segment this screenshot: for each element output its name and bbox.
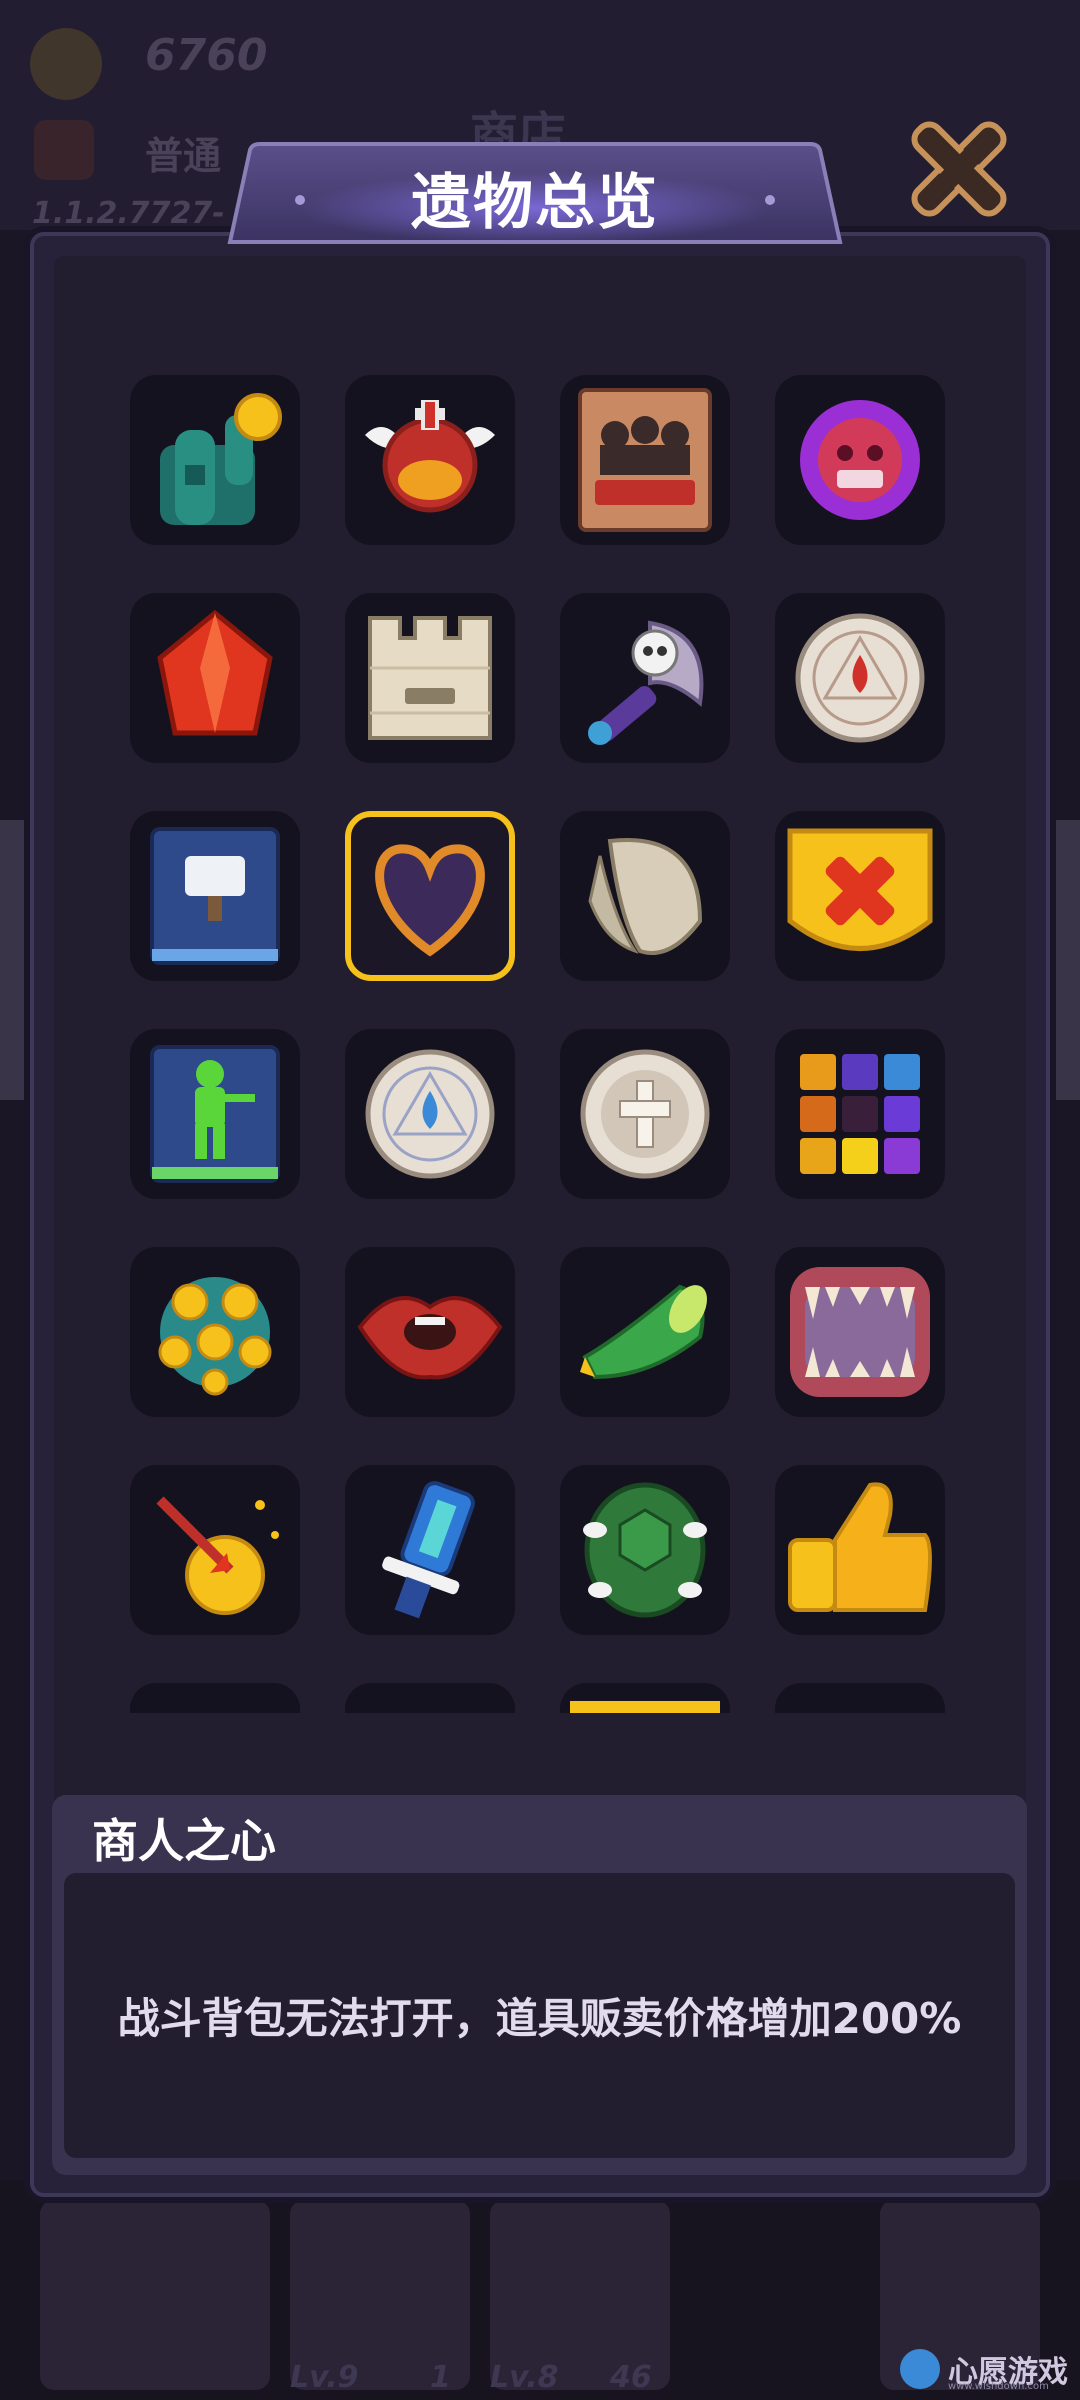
relic-tile[interactable] xyxy=(560,593,730,763)
water-rune-disc-icon xyxy=(365,1049,495,1179)
relic-tile[interactable] xyxy=(130,811,300,981)
relic-tile[interactable] xyxy=(345,375,515,545)
red-lips-icon xyxy=(357,1296,503,1380)
relic-tile-partial[interactable] xyxy=(345,1683,515,1713)
turtle-shell-icon xyxy=(583,1482,707,1618)
color-blocks-icon xyxy=(800,1054,920,1174)
relic-tile[interactable] xyxy=(560,1247,730,1417)
relic-tile-partial[interactable] xyxy=(560,1683,730,1713)
relic-tile[interactable] xyxy=(775,1247,945,1417)
dialog-title: 遗物总览 xyxy=(411,167,659,238)
watermark-logo-icon xyxy=(900,2349,940,2389)
relic-tile[interactable] xyxy=(560,1029,730,1199)
close-x-icon xyxy=(911,121,1007,217)
relic-tile[interactable] xyxy=(775,1465,945,1635)
hammer-book-icon xyxy=(150,827,280,965)
relic-tile[interactable] xyxy=(130,1465,300,1635)
relic-tile[interactable] xyxy=(345,1029,515,1199)
fang-mouth-icon xyxy=(790,1267,930,1397)
relic-name: 商人之心 xyxy=(92,1814,276,1868)
stone-tower-icon xyxy=(368,616,492,740)
rank-icon xyxy=(34,120,94,180)
angel-wing-icon xyxy=(588,838,703,955)
relic-tile[interactable] xyxy=(130,593,300,763)
relic-tile[interactable] xyxy=(560,811,730,981)
relic-tile-partial[interactable] xyxy=(775,1683,945,1713)
relic-description-box: 战斗背包无法打开，道具贩卖价格增加200% xyxy=(64,1873,1015,2158)
coin-count: 6760 xyxy=(145,30,268,81)
level-count-1: 1 xyxy=(430,2360,451,2395)
blood-rune-disc-icon xyxy=(795,613,925,743)
title-plate: 遗物总览 xyxy=(210,142,860,252)
cross-rune-disc-icon xyxy=(580,1049,710,1179)
close-button[interactable] xyxy=(900,110,1018,228)
merchant-heart-icon xyxy=(375,844,485,957)
character-card-1 xyxy=(40,2200,270,2390)
relic-tile[interactable] xyxy=(345,1465,515,1635)
coin-icon xyxy=(30,28,102,100)
yellow-spore-ball-icon xyxy=(158,1277,272,1396)
green-horn-icon xyxy=(580,1284,707,1380)
relic-tile[interactable] xyxy=(560,1465,730,1635)
skull-axe-icon xyxy=(588,620,704,745)
level-label-2: Lv.8 xyxy=(490,2360,559,2395)
purple-skull-icon xyxy=(800,400,920,520)
relic-tile[interactable] xyxy=(345,1247,515,1417)
blue-crystal-sword-icon xyxy=(382,1481,475,1619)
watermark: 心愿游戏 www.wishdown.com xyxy=(900,2345,1070,2395)
cactus-coin-icon xyxy=(160,393,282,525)
relic-tile[interactable] xyxy=(560,375,730,545)
sos-book-icon xyxy=(578,388,712,532)
relic-tile-partial[interactable] xyxy=(130,1683,300,1713)
relic-tile[interactable] xyxy=(345,593,515,763)
soldier-book-icon xyxy=(150,1045,280,1183)
watermark-url: www.wishdown.com xyxy=(948,2381,1049,2392)
level-label-1: Lv.9 xyxy=(290,2360,359,2395)
thumbs-up-icon xyxy=(788,1482,932,1612)
relic-tile[interactable] xyxy=(775,1029,945,1199)
level-count-2: 46 xyxy=(610,2360,652,2395)
relic-tile[interactable] xyxy=(130,1029,300,1199)
red-crystal-icon xyxy=(157,609,273,736)
relic-tile[interactable] xyxy=(775,375,945,545)
relic-tile[interactable] xyxy=(130,375,300,545)
relic-tile[interactable] xyxy=(130,1247,300,1417)
relic-description: 战斗背包无法打开，道具贩卖价格增加200% xyxy=(117,1994,962,2043)
version-label: 1.1.2.7727- xyxy=(32,196,225,231)
golden-arrow-icon xyxy=(156,1496,279,1615)
relic-tile[interactable] xyxy=(775,593,945,763)
relic-tile[interactable] xyxy=(775,811,945,981)
relic-description-panel: 商人之心 战斗背包无法打开，道具贩卖价格增加200% xyxy=(52,1795,1027,2175)
winged-potion-icon xyxy=(365,400,495,513)
red-cross-shield-icon xyxy=(787,828,933,951)
relic-tile-selected[interactable] xyxy=(345,811,515,981)
partial-relic-icon xyxy=(570,1701,720,1713)
